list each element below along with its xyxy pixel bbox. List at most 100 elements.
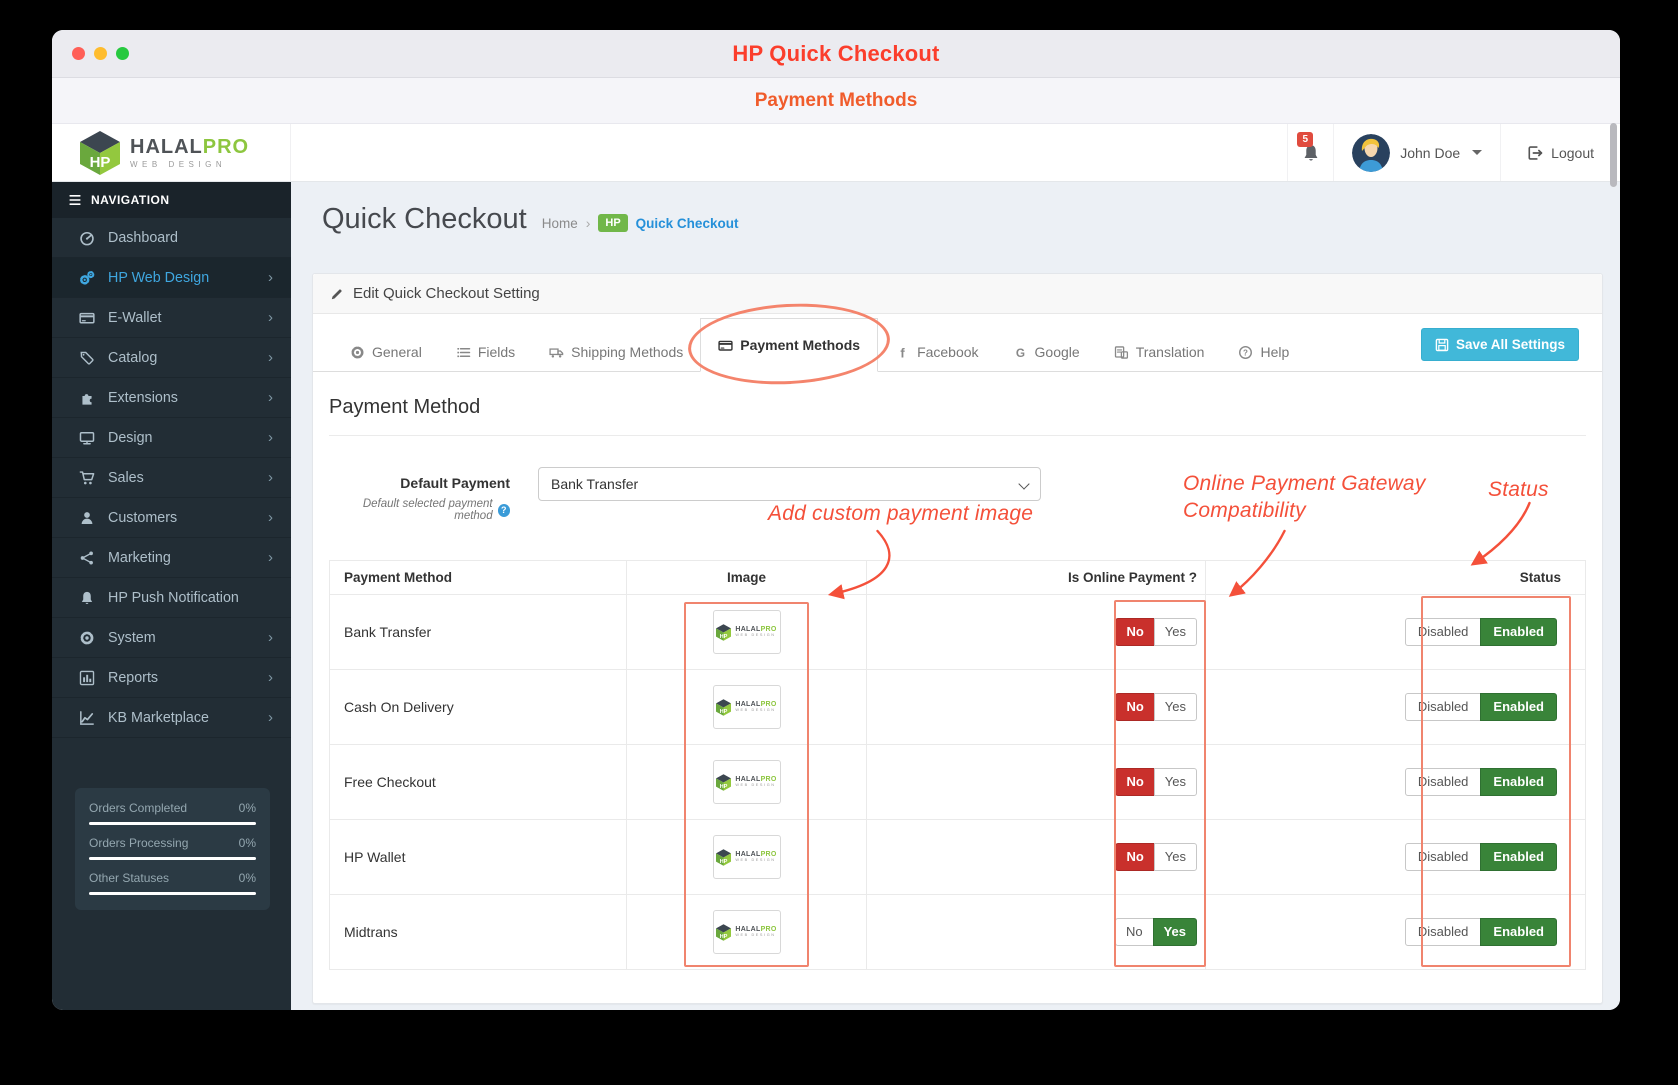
sidebar-item-e-wallet[interactable]: E-Wallet ›	[52, 298, 291, 338]
online-no-button[interactable]: No	[1115, 768, 1155, 796]
online-yes-button[interactable]: Yes	[1153, 693, 1197, 721]
table-row-hp-wallet: HP Wallet HP HALALPRO WEB DESIGN No Yes Disa…	[329, 819, 1586, 895]
tab-payment-methods[interactable]: Payment Methods	[686, 298, 893, 390]
sidebar-item-label: Design	[108, 429, 153, 446]
sidebar-item-dashboard[interactable]: Dashboard	[52, 218, 291, 258]
online-yes-button[interactable]: Yes	[1152, 918, 1197, 946]
chevron-right-icon: ›	[268, 509, 273, 526]
sidebar-stat-orders-completed: Orders Completed 0%	[89, 801, 256, 825]
online-yes-button[interactable]: Yes	[1153, 768, 1197, 796]
online-no-button[interactable]: No	[1114, 918, 1154, 946]
online-no-button[interactable]: No	[1115, 843, 1155, 871]
sidebar-item-customers[interactable]: Customers ›	[52, 498, 291, 538]
is-online-payment-toggle: No Yes	[1115, 768, 1197, 796]
is-online-payment-toggle: No Yes	[1115, 693, 1197, 721]
payment-image-thumbnail[interactable]: HP HALALPRO WEB DESIGN	[712, 910, 781, 954]
sidebar-item-design[interactable]: Design ›	[52, 418, 291, 458]
tab-general[interactable]: General	[333, 332, 439, 372]
status-disabled-button[interactable]: Disabled	[1404, 843, 1482, 871]
stat-value: 0%	[238, 836, 256, 850]
table-header-row: Payment Method Image Is Online Payment ? St…	[329, 560, 1586, 595]
status-disabled-button[interactable]: Disabled	[1404, 768, 1482, 796]
tab-label: Translation	[1135, 344, 1205, 360]
tab-translation[interactable]: Translation	[1097, 332, 1222, 372]
tab-label: Fields	[477, 344, 516, 360]
breadcrumb-separator: ›	[585, 215, 591, 231]
sidebar-item-label: KB Marketplace	[108, 709, 209, 726]
settings-panel: Edit Quick Checkout Setting General Field…	[312, 273, 1603, 1004]
sidebar-item-sales[interactable]: Sales ›	[52, 458, 291, 498]
close-button[interactable]	[72, 47, 85, 60]
breadcrumb-current[interactable]: Quick Checkout	[636, 216, 739, 231]
tab-fields[interactable]: Fields	[439, 332, 532, 372]
notifications-button[interactable]: 5	[1287, 124, 1333, 181]
payment-image-thumbnail[interactable]: HP HALALPRO WEB DESIGN	[712, 760, 781, 804]
sidebar-item-label: System	[108, 629, 156, 646]
status-enabled-button[interactable]: Enabled	[1480, 693, 1557, 721]
sidebar-item-reports[interactable]: Reports ›	[52, 658, 291, 698]
online-yes-button[interactable]: Yes	[1153, 618, 1197, 646]
hamburger-icon	[68, 193, 82, 207]
chevron-right-icon: ›	[268, 709, 273, 726]
payment-image-thumbnail[interactable]: HP HALALPRO WEB DESIGN	[712, 610, 781, 654]
sidebar-item-catalog[interactable]: Catalog ›	[52, 338, 291, 378]
user-menu[interactable]: John Doe	[1333, 124, 1500, 181]
sidebar-item-label: Customers	[108, 509, 178, 526]
panel-header-title: Edit Quick Checkout Setting	[353, 285, 540, 302]
logout-button[interactable]: Logout	[1500, 124, 1620, 181]
online-no-button[interactable]: No	[1115, 693, 1155, 721]
sidebar-item-label: Catalog	[108, 349, 158, 366]
sidebar-item-label: Dashboard	[108, 229, 178, 246]
status-enabled-button[interactable]: Enabled	[1480, 618, 1557, 646]
sidebar-order-stats: Orders Completed 0% Orders Processing 0% Oth…	[75, 788, 270, 910]
sidebar-item-marketing[interactable]: Marketing ›	[52, 538, 291, 578]
page-title: Quick Checkout	[322, 203, 527, 235]
main-content: Quick Checkout Home › HP Quick Checkout …	[291, 182, 1620, 1010]
payment-image-thumbnail[interactable]: HP HALALPRO WEB DESIGN	[712, 835, 781, 879]
brand-logo[interactable]: HP HALALPRO WEB DESIGN	[52, 124, 291, 181]
chevron-down-icon	[1472, 150, 1483, 155]
tab-help[interactable]: ? Help	[1221, 332, 1306, 372]
column-header-payment-method: Payment Method	[329, 560, 627, 595]
maximize-button[interactable]	[116, 47, 129, 60]
payment-image-thumbnail[interactable]: HP HALALPRO WEB DESIGN	[712, 685, 781, 729]
sidebar-item-extensions[interactable]: Extensions ›	[52, 378, 291, 418]
sidebar-item-label: HP Push Notification	[108, 589, 239, 606]
svg-text:f: f	[900, 345, 905, 360]
save-all-settings-button[interactable]: Save All Settings	[1420, 328, 1579, 361]
online-no-button[interactable]: No	[1115, 618, 1155, 646]
page-scrollbar[interactable]	[1610, 123, 1617, 187]
truck-icon	[549, 345, 564, 360]
notification-badge: 5	[1297, 132, 1314, 147]
status-disabled-button[interactable]: Disabled	[1404, 618, 1482, 646]
tab-google[interactable]: G Google	[996, 332, 1097, 372]
status-enabled-button[interactable]: Enabled	[1480, 918, 1557, 946]
status-toggle: Disabled Enabled	[1404, 618, 1557, 646]
payment-method-name: Cash On Delivery	[329, 669, 627, 745]
status-enabled-button[interactable]: Enabled	[1480, 843, 1557, 871]
status-disabled-button[interactable]: Disabled	[1404, 693, 1482, 721]
table-row-cash-on-delivery: Cash On Delivery HP HALALPRO WEB DESIGN No…	[329, 669, 1586, 745]
sidebar-item-hp-push-notification[interactable]: HP Push Notification	[52, 578, 291, 618]
window-subtitlebar: Payment Methods	[52, 78, 1620, 124]
status-enabled-button[interactable]: Enabled	[1480, 768, 1557, 796]
tab-facebook[interactable]: f Facebook	[878, 332, 995, 372]
svg-text:HP: HP	[720, 858, 728, 864]
help-circle-icon[interactable]: ?	[497, 503, 510, 517]
gauge-icon	[78, 230, 95, 246]
sidebar-item-system[interactable]: System ›	[52, 618, 291, 658]
section-divider	[329, 435, 1586, 436]
status-disabled-button[interactable]: Disabled	[1404, 918, 1482, 946]
minimize-button[interactable]	[94, 47, 107, 60]
stat-label: Orders Processing	[89, 836, 189, 850]
online-yes-button[interactable]: Yes	[1153, 843, 1197, 871]
default-payment-select[interactable]: Bank Transfer	[538, 467, 1041, 501]
tab-shipping-methods[interactable]: Shipping Methods	[532, 332, 700, 372]
breadcrumb-home-link[interactable]: Home	[542, 216, 578, 231]
sidebar-item-hp-web-design[interactable]: HP Web Design ›	[52, 258, 291, 298]
chevron-right-icon: ›	[268, 469, 273, 486]
table-row-bank-transfer: Bank Transfer HP HALALPRO WEB DESIGN No Yes…	[329, 594, 1586, 670]
help-icon: ?	[1238, 345, 1253, 360]
sidebar-nav-header: NAVIGATION	[52, 182, 291, 218]
sidebar-item-kb-marketplace[interactable]: KB Marketplace ›	[52, 698, 291, 738]
